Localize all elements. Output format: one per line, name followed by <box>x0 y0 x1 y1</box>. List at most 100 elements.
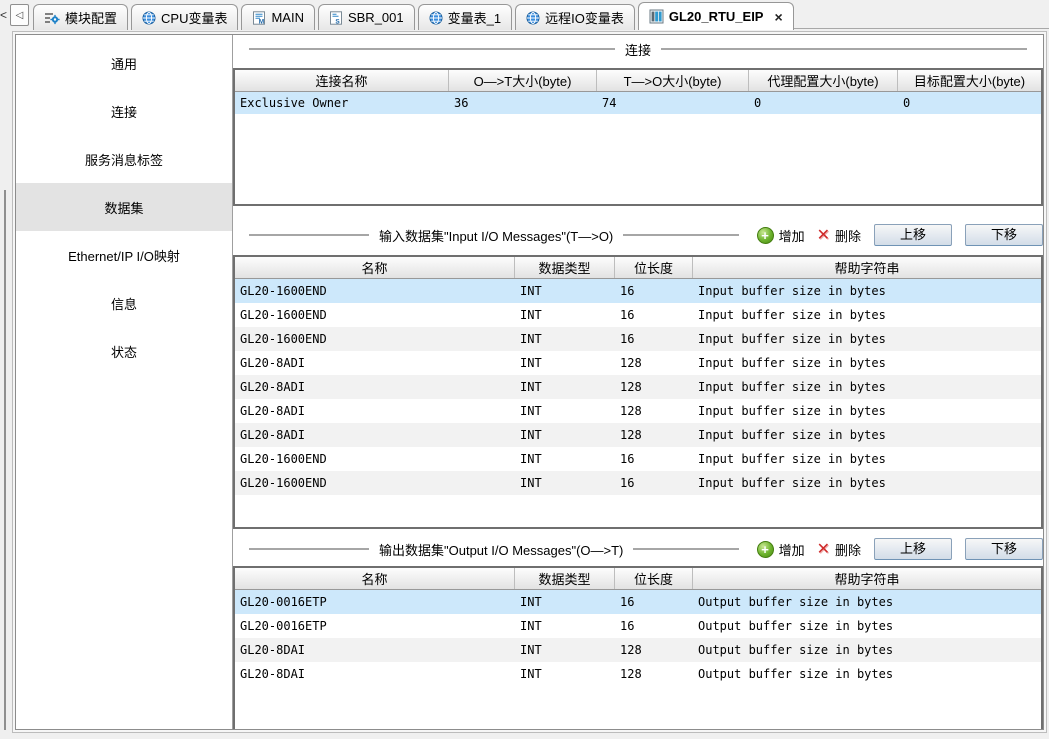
cell-bitlength: 128 <box>615 356 693 370</box>
divider-line <box>661 48 1027 50</box>
delete-icon[interactable]: ✕ <box>817 541 830 557</box>
scroll-left-icon: ◁ <box>16 10 24 21</box>
cell-name: GL20-8DAI <box>235 643 515 657</box>
tab-label: 模块配置 <box>65 8 117 27</box>
move-down-button[interactable]: 下移 <box>965 538 1043 560</box>
add-icon[interactable]: + <box>757 227 774 244</box>
cell-datatype: INT <box>515 595 615 609</box>
tab-gl20-rtu-eip[interactable]: GL20_RTU_EIP × <box>638 2 794 30</box>
sidebar-item-service-message-tags[interactable]: 服务消息标签 <box>16 135 232 183</box>
close-icon[interactable]: × <box>774 10 782 24</box>
tab-cpu-variable-table[interactable]: CPU变量表 <box>131 4 238 30</box>
cell-bitlength: 16 <box>615 476 693 490</box>
input-dataset-toolbar: 输入数据集"Input I/O Messages"(T—>O) + 增加 ✕ 删… <box>233 223 1043 247</box>
column-header: 名称 <box>235 257 515 278</box>
collapsed-panel-scroll-thumb[interactable] <box>4 190 6 730</box>
add-icon[interactable]: + <box>757 541 774 558</box>
sidebar-item-label: Ethernet/IP I/O映射 <box>68 246 180 265</box>
cell-bitlength: 16 <box>615 332 693 346</box>
collapsed-panel-strip[interactable] <box>0 30 10 739</box>
cell-helpstring: Input buffer size in bytes <box>693 428 1041 442</box>
tab-label: CPU变量表 <box>161 8 227 27</box>
cell-bitlength: 128 <box>615 428 693 442</box>
move-down-button[interactable]: 下移 <box>965 224 1043 246</box>
table-row[interactable]: Exclusive Owner 36 74 0 0 <box>235 92 1041 114</box>
sidebar-item-connection[interactable]: 连接 <box>16 87 232 135</box>
cell-helpstring: Input buffer size in bytes <box>693 308 1041 322</box>
table-row[interactable]: GL20-8ADI INT 128 Input buffer size in b… <box>235 375 1041 399</box>
tab-main-program[interactable]: M MAIN <box>241 4 315 30</box>
datasets-page: 连接 连接名称 O—>T大小(byte) T—>O大小(byte) 代理配置大小… <box>233 35 1044 729</box>
tab-strip: 模块配置 CPU变量表 M MAIN S SBR_001 变量表_1 <box>33 2 797 30</box>
input-dataset-table-header: 名称 数据类型 位长度 帮助字符串 <box>235 257 1041 279</box>
table-row[interactable]: GL20-1600END INT 16 Input buffer size in… <box>235 279 1041 303</box>
table-row[interactable]: GL20-1600END INT 16 Input buffer size in… <box>235 303 1041 327</box>
cell-datatype: INT <box>515 332 615 346</box>
eip-config-panel: 通用 连接 服务消息标签 数据集 Ethernet/IP I/O映射 信息 状态… <box>15 34 1044 730</box>
sidebar-item-label: 数据集 <box>104 198 143 217</box>
sidebar-item-information[interactable]: 信息 <box>16 279 232 327</box>
add-button-label[interactable]: 增加 <box>779 226 805 245</box>
table-row[interactable]: GL20-8ADI INT 128 Input buffer size in b… <box>235 351 1041 375</box>
table-row[interactable]: GL20-1600END INT 16 Input buffer size in… <box>235 447 1041 471</box>
tab-label: SBR_001 <box>348 10 404 25</box>
table-row[interactable]: GL20-1600END INT 16 Input buffer size in… <box>235 471 1041 495</box>
cell-datatype: INT <box>515 667 615 681</box>
tab-module-config[interactable]: 模块配置 <box>33 4 128 30</box>
table-row[interactable]: GL20-8DAI INT 128 Output buffer size in … <box>235 662 1041 686</box>
input-dataset-title: 输入数据集"Input I/O Messages"(T—>O) <box>369 226 623 245</box>
sidebar-item-general[interactable]: 通用 <box>16 39 232 87</box>
clipped-scroll-glyph: < <box>0 8 7 22</box>
delete-button-label[interactable]: 删除 <box>835 226 861 245</box>
delete-icon[interactable]: ✕ <box>817 227 830 243</box>
cell-helpstring: Input buffer size in bytes <box>693 332 1041 346</box>
subroutine-icon: S <box>329 11 343 25</box>
sidebar-item-status[interactable]: 状态 <box>16 327 232 375</box>
connection-section-header: 连接 <box>233 39 1043 59</box>
module-config-icon <box>44 11 60 25</box>
divider-line <box>249 48 615 50</box>
cell-target-config-size: 0 <box>898 96 1041 110</box>
cell-bitlength: 128 <box>615 643 693 657</box>
cell-helpstring: Input buffer size in bytes <box>693 452 1041 466</box>
table-row[interactable]: GL20-8ADI INT 128 Input buffer size in b… <box>235 423 1041 447</box>
table-row[interactable]: GL20-8ADI INT 128 Input buffer size in b… <box>235 399 1041 423</box>
output-dataset-toolbar: 输出数据集"Output I/O Messages"(O—>T) + 增加 ✕ … <box>233 537 1043 561</box>
svg-text:S: S <box>335 18 340 24</box>
sidebar-item-ethernet-ip-io-mapping[interactable]: Ethernet/IP I/O映射 <box>16 231 232 279</box>
cell-helpstring: Input buffer size in bytes <box>693 404 1041 418</box>
sidebar-item-label: 状态 <box>111 342 137 361</box>
cell-name: GL20-1600END <box>235 332 515 346</box>
cell-datatype: INT <box>515 643 615 657</box>
move-up-button[interactable]: 上移 <box>874 538 952 560</box>
table-row[interactable]: GL20-1600END INT 16 Input buffer size in… <box>235 327 1041 351</box>
column-header: 连接名称 <box>235 70 449 91</box>
tab-sbr-001[interactable]: S SBR_001 <box>318 4 415 30</box>
table-row[interactable]: GL20-8DAI INT 128 Output buffer size in … <box>235 638 1041 662</box>
sidebar-item-datasets[interactable]: 数据集 <box>16 183 232 231</box>
move-up-button[interactable]: 上移 <box>874 224 952 246</box>
add-button-label[interactable]: 增加 <box>779 540 805 559</box>
cell-proxy-config-size: 0 <box>749 96 898 110</box>
table-row[interactable]: GL20-0016ETP INT 16 Output buffer size i… <box>235 614 1041 638</box>
tab-remote-io-variable-table[interactable]: 远程IO变量表 <box>515 4 635 30</box>
svg-text:M: M <box>259 18 264 24</box>
rack-module-icon <box>649 9 664 24</box>
column-header: O—>T大小(byte) <box>449 70 597 91</box>
column-header: 目标配置大小(byte) <box>898 70 1041 91</box>
tab-scroll-left-button[interactable]: ◁ <box>10 4 29 26</box>
column-header: T—>O大小(byte) <box>597 70 749 91</box>
column-header: 位长度 <box>615 257 693 278</box>
cell-bitlength: 128 <box>615 667 693 681</box>
program-main-icon: M <box>252 11 266 25</box>
section-title: 连接 <box>615 40 661 59</box>
output-dataset-title: 输出数据集"Output I/O Messages"(O—>T) <box>369 540 633 559</box>
input-dataset-table: 名称 数据类型 位长度 帮助字符串 GL20-1600END INT 16 In… <box>233 255 1043 529</box>
cell-bitlength: 16 <box>615 595 693 609</box>
table-row[interactable]: GL20-0016ETP INT 16 Output buffer size i… <box>235 590 1041 614</box>
tab-variable-table-1[interactable]: 变量表_1 <box>418 4 512 30</box>
cell-name: GL20-0016ETP <box>235 595 515 609</box>
connection-table: 连接名称 O—>T大小(byte) T—>O大小(byte) 代理配置大小(by… <box>233 68 1043 206</box>
globe-icon <box>142 11 156 25</box>
delete-button-label[interactable]: 删除 <box>835 540 861 559</box>
